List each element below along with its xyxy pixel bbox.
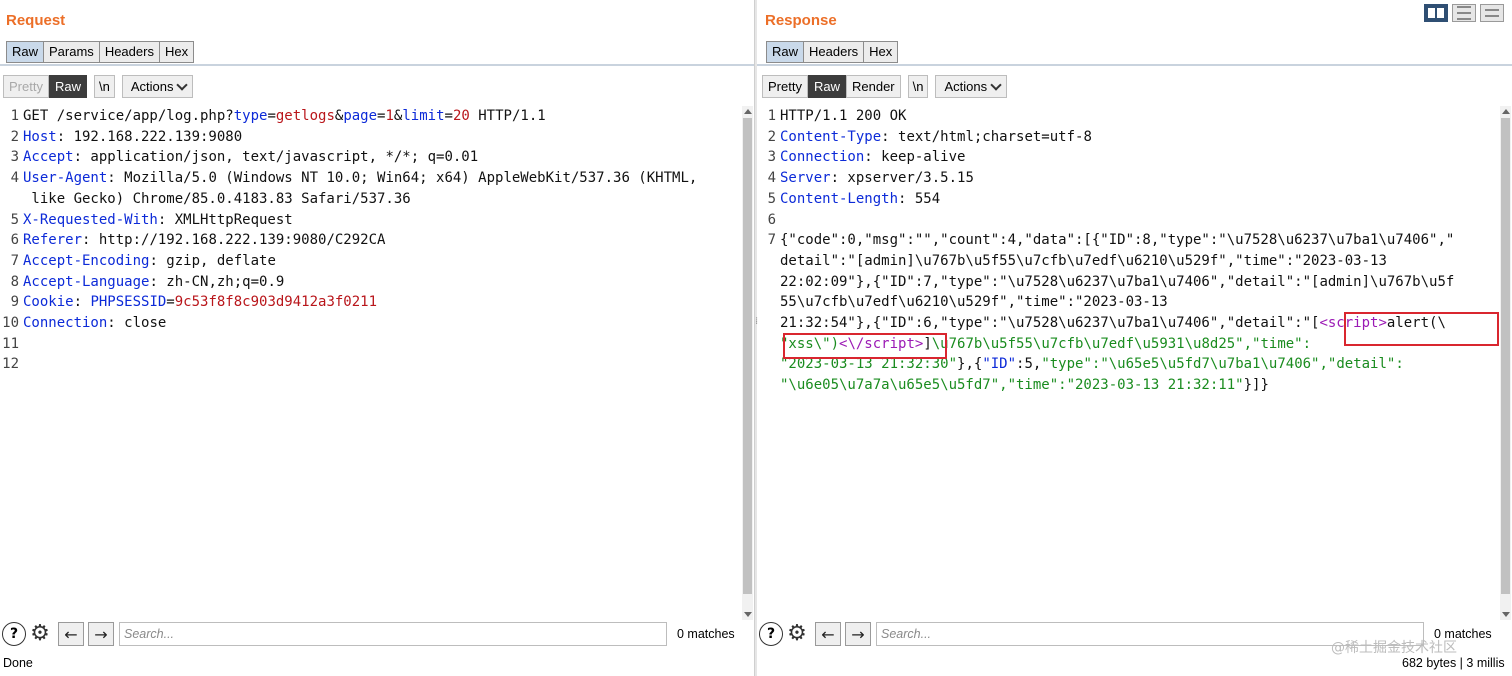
- forward-arrow-icon[interactable]: →: [88, 622, 114, 646]
- editor-line: 6: [767, 211, 776, 228]
- editor-line: 1 GET /service/app/log.php?type=getlogs&p…: [10, 108, 546, 124]
- editor-line: 9 Cookie: PHPSESSID=9c53f8f8c903d9412a3f0…: [10, 294, 378, 311]
- editor-line: 55\u7cfb\u7edf\u6210\u529f","time":"2023…: [780, 294, 1168, 311]
- editor-line: 12: [2, 356, 19, 373]
- response-tab-headers[interactable]: Headers: [804, 41, 865, 63]
- editor-line: 3 Connection: keep-alive: [767, 149, 966, 166]
- editor-line: 5 Content-Length: 554: [767, 190, 941, 207]
- editor-line: 22:02:09"},{"ID":7,"type":"\u7528\u6237\…: [780, 273, 1455, 290]
- search-input[interactable]: Search...: [119, 622, 667, 646]
- help-icon[interactable]: ?: [759, 622, 783, 646]
- help-icon[interactable]: ?: [2, 622, 26, 646]
- request-tab-hex[interactable]: Hex: [159, 41, 195, 63]
- forward-arrow-icon[interactable]: →: [845, 622, 871, 646]
- request-title: Request: [6, 12, 66, 29]
- tab-underline: [757, 64, 1512, 66]
- response-title: Response: [765, 12, 837, 29]
- pretty-button[interactable]: Pretty: [762, 75, 808, 98]
- request-toolbar: Pretty Raw \n Actions: [3, 75, 194, 98]
- request-tab-headers[interactable]: Headers: [99, 41, 160, 63]
- editor-line: 4 User-Agent: Mozilla/5.0 (Windows NT 10.…: [10, 170, 698, 187]
- request-tab-raw[interactable]: Raw: [6, 41, 45, 63]
- editor-line: 11: [2, 335, 19, 352]
- editor-line: 3 Accept: application/json, text/javascri…: [10, 149, 479, 166]
- newline-toggle-button[interactable]: \n: [93, 75, 115, 98]
- editor-line: "\u6e05\u7a7a\u65e5\u5fd7","time":"2023-…: [780, 377, 1269, 394]
- editor-line: 7 {"code":0,"msg":"","count":4,"data":[{"…: [767, 232, 1455, 249]
- scroll-down-icon[interactable]: [1502, 612, 1510, 617]
- actions-dropdown[interactable]: Actions: [935, 75, 1008, 98]
- match-count: 0 matches: [677, 627, 735, 641]
- actions-label: Actions: [130, 79, 174, 94]
- chevron-down-icon: [990, 78, 1002, 91]
- request-pane: Request Raw Params Headers Hex Pretty Ra…: [0, 0, 754, 676]
- response-tabs: Raw Headers Hex: [766, 41, 899, 63]
- response-toolbar: Pretty Raw Render \n Actions: [762, 75, 1008, 98]
- editor-line: 6 Referer: http://192.168.222.139:9080/C2…: [10, 232, 386, 249]
- editor-line: 5 X-Requested-With: XMLHttpRequest: [10, 211, 293, 228]
- response-scrollbar[interactable]: [1500, 106, 1511, 620]
- response-pane: Response Raw Headers Hex Pretty Raw Rend…: [757, 0, 1512, 676]
- actions-label: Actions: [944, 79, 988, 94]
- scroll-thumb[interactable]: [743, 118, 752, 594]
- editor-line: 8 Accept-Language: zh-CN,zh;q=0.9: [10, 273, 285, 290]
- gear-icon[interactable]: ⚙: [28, 622, 52, 646]
- status-text: Done: [3, 656, 33, 670]
- request-tabs: Raw Params Headers Hex: [6, 41, 195, 63]
- editor-line: 4 Server: xpserver/3.5.15: [767, 170, 974, 187]
- response-editor[interactable]: 1 HTTP/1.1 200 OK 2 Content-Type: text/htm…: [757, 106, 1500, 620]
- editor-line: 2 Host: 192.168.222.139:9080: [10, 128, 243, 145]
- render-button[interactable]: Render: [845, 75, 901, 98]
- back-arrow-icon[interactable]: ←: [815, 622, 841, 646]
- request-editor[interactable]: 1 GET /service/app/log.php?type=getlogs&p…: [0, 106, 742, 620]
- xss-highlight-box-2: [783, 333, 947, 359]
- watermark: @稀土掘金技术社区: [1331, 640, 1457, 656]
- editor-line: 1 HTTP/1.1 200 OK: [767, 108, 907, 124]
- actions-dropdown[interactable]: Actions: [121, 75, 194, 98]
- editor-line: 2 Content-Type: text/html;charset=utf-8: [767, 128, 1092, 145]
- chevron-down-icon: [176, 78, 189, 91]
- editor-line: like Gecko) Chrome/85.0.4183.83 Safari/5…: [23, 190, 411, 207]
- scroll-down-icon[interactable]: [744, 612, 752, 617]
- response-tab-hex[interactable]: Hex: [864, 41, 899, 63]
- request-tab-params[interactable]: Params: [44, 41, 100, 63]
- raw-button[interactable]: Raw: [807, 75, 846, 98]
- editor-line: detail":"[admin]\u767b\u5f55\u7cfb\u7edf…: [780, 252, 1387, 269]
- request-scrollbar[interactable]: [742, 106, 753, 620]
- scroll-up-icon[interactable]: [1502, 109, 1510, 114]
- pretty-button[interactable]: Pretty: [3, 75, 49, 98]
- back-arrow-icon[interactable]: ←: [58, 622, 84, 646]
- raw-button[interactable]: Raw: [48, 75, 87, 98]
- request-searchbar: ? ⚙ ← → Search... 0 matches: [0, 620, 735, 648]
- editor-line: 10 Connection: close: [2, 315, 167, 332]
- tab-underline: [0, 64, 754, 66]
- xss-highlight-box-1: [1344, 312, 1499, 346]
- scroll-up-icon[interactable]: [744, 109, 752, 114]
- editor-line: 7 Accept-Encoding: gzip, deflate: [10, 252, 276, 269]
- response-tab-raw[interactable]: Raw: [766, 41, 805, 63]
- newline-toggle-button[interactable]: \n: [907, 75, 929, 98]
- gear-icon[interactable]: ⚙: [785, 622, 809, 646]
- scroll-thumb[interactable]: [1501, 118, 1510, 594]
